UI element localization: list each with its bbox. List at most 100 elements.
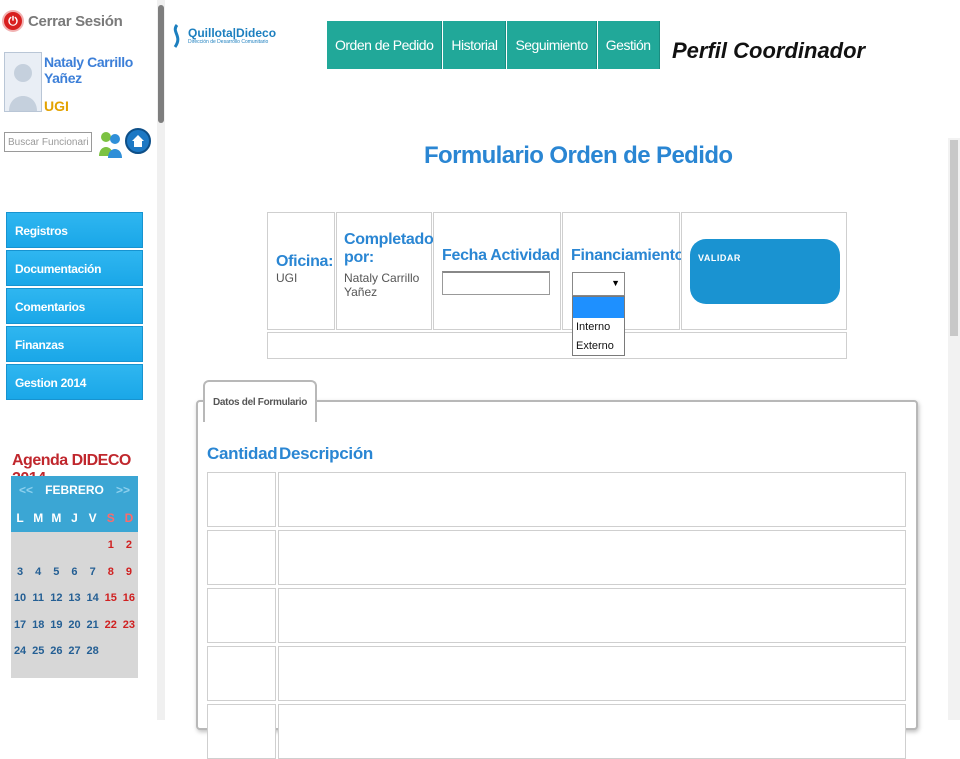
- activity-date-label: Fecha Actividad: [442, 247, 560, 264]
- calendar-day[interactable]: 18: [29, 619, 47, 631]
- calendar-day[interactable]: 16: [120, 592, 138, 604]
- office-cell: Oficina: UGI: [267, 212, 335, 330]
- menu-item-gestion-2014[interactable]: Gestion 2014: [6, 364, 143, 400]
- quantity-input[interactable]: [207, 530, 276, 585]
- tab-historial[interactable]: Historial: [443, 21, 507, 69]
- calendar-day[interactable]: 17: [11, 619, 29, 631]
- calendar-day[interactable]: 13: [65, 592, 83, 604]
- calendar-header: << FEBRERO >>: [11, 476, 138, 504]
- calendar-day-name: L: [16, 511, 24, 525]
- form-info-row: [267, 332, 847, 359]
- calendar-prev-button[interactable]: <<: [19, 483, 33, 497]
- funding-label: Financiamiento: [571, 247, 685, 264]
- brand-name: Quillota|Dideco: [188, 26, 277, 40]
- item-row: [207, 646, 906, 701]
- quantity-input[interactable]: [207, 646, 276, 701]
- tab-orden-de-pedido[interactable]: Orden de Pedido: [327, 21, 443, 69]
- form-data-tab[interactable]: Datos del Formulario: [203, 380, 318, 422]
- calendar-day[interactable]: 22: [102, 619, 120, 631]
- wave-logo-icon: [173, 24, 180, 48]
- quantity-input[interactable]: [207, 704, 276, 759]
- calendar-day[interactable]: 3: [11, 566, 29, 578]
- calendar-day-names: LMMJVSD: [11, 504, 138, 532]
- quantity-input[interactable]: [207, 472, 276, 527]
- search-employee-input[interactable]: [4, 132, 92, 152]
- tab-seguimiento[interactable]: Seguimiento: [507, 21, 597, 69]
- sidebar-scrollbar[interactable]: [157, 0, 165, 720]
- calendar-day[interactable]: 9: [120, 566, 138, 578]
- calendar-day[interactable]: 27: [65, 645, 83, 657]
- calendar-day[interactable]: 25: [29, 645, 47, 657]
- description-input[interactable]: [278, 704, 906, 759]
- calendar-day[interactable]: 14: [84, 592, 102, 604]
- menu-item-documentacion[interactable]: Documentación: [6, 250, 143, 286]
- calendar-day[interactable]: 7: [84, 566, 102, 578]
- calendar-day[interactable]: 26: [47, 645, 65, 657]
- tab-gestion[interactable]: Gestión: [597, 21, 660, 69]
- calendar-day[interactable]: 10: [11, 592, 29, 604]
- item-row: [207, 530, 906, 585]
- menu-item-registros[interactable]: Registros: [6, 212, 143, 248]
- power-icon: ⏻: [4, 12, 22, 30]
- calendar-day[interactable]: 8: [102, 566, 120, 578]
- column-header-description: Descripción: [279, 444, 374, 463]
- funding-option-empty[interactable]: [573, 297, 624, 318]
- funding-option-externo[interactable]: Externo: [573, 337, 624, 356]
- calendar-day[interactable]: 12: [47, 592, 65, 604]
- item-row: [207, 588, 906, 643]
- calendar-day[interactable]: 15: [102, 592, 120, 604]
- calendar-day[interactable]: 21: [84, 619, 102, 631]
- home-icon[interactable]: [125, 128, 151, 154]
- calendar-day[interactable]: 24: [11, 645, 29, 657]
- brand-subtitle: Dirección de Desarrollo Comunitario: [188, 39, 269, 45]
- sidebar-scrollbar-thumb[interactable]: [158, 5, 164, 123]
- description-input[interactable]: [278, 472, 906, 527]
- completed-by-label-line1: Completado: [344, 231, 434, 248]
- quantity-input[interactable]: [207, 588, 276, 643]
- profile-label: Perfil Coordinador: [672, 38, 866, 63]
- item-row: [207, 704, 906, 759]
- calendar-day[interactable]: 20: [65, 619, 83, 631]
- menu-item-comentarios[interactable]: Comentarios: [6, 288, 143, 324]
- side-menu: Registros Documentación Comentarios Fina…: [6, 212, 143, 402]
- calendar-day-name: M: [33, 511, 44, 525]
- calendar-next-button[interactable]: >>: [116, 483, 130, 497]
- top-nav: Orden de Pedido Historial Seguimiento Ge…: [327, 21, 661, 69]
- office-label: Oficina:: [276, 253, 334, 270]
- logout-button[interactable]: ⏻ Cerrar Sesión: [4, 12, 123, 30]
- activity-date-cell: Fecha Actividad: [433, 212, 561, 330]
- logout-label: Cerrar Sesión: [28, 12, 123, 30]
- calendar-day-name: V: [88, 511, 97, 525]
- funding-select[interactable]: ▼: [572, 272, 625, 296]
- menu-item-finanzas[interactable]: Finanzas: [6, 326, 143, 362]
- sidebar: ⏻ Cerrar Sesión Nataly Carrillo Yañez UG…: [0, 0, 156, 720]
- people-icon[interactable]: [98, 128, 124, 158]
- description-input[interactable]: [278, 530, 906, 585]
- column-header-quantity: Cantidad: [207, 444, 278, 463]
- form-title: Formulario Orden de Pedido: [424, 142, 733, 169]
- calendar-day-name: S: [106, 511, 115, 525]
- calendar-grid: 1 2 3 4 5 6 7 8 9 10 11 12 13 14 15 16 17 18 19 20 21 22 23 24 2…: [11, 532, 138, 665]
- calendar-day[interactable]: 11: [29, 592, 47, 604]
- calendar-day[interactable]: 28: [84, 645, 102, 657]
- calendar-day[interactable]: 2: [120, 539, 138, 551]
- description-input[interactable]: [278, 646, 906, 701]
- validate-cell: VALIDAR: [681, 212, 847, 330]
- activity-date-input[interactable]: [442, 271, 550, 295]
- calendar-day-name: D: [124, 511, 134, 525]
- content-scrollbar-thumb[interactable]: [950, 140, 958, 336]
- calendar-day[interactable]: 1: [102, 539, 120, 551]
- funding-option-interno[interactable]: Interno: [573, 318, 624, 337]
- calendar-day[interactable]: 6: [65, 566, 83, 578]
- brand-logo: Quillota|Dideco Dirección de Desarrollo …: [170, 24, 276, 48]
- calendar-day[interactable]: 4: [29, 566, 47, 578]
- validate-button[interactable]: VALIDAR: [690, 239, 840, 304]
- calendar: << FEBRERO >> LMMJVSD 1 2 3 4 5 6 7 8 9 10 11 12 13 1…: [11, 476, 138, 678]
- calendar-day[interactable]: 19: [47, 619, 65, 631]
- content-scrollbar[interactable]: [948, 138, 960, 720]
- completed-by-label-line2: por:: [344, 249, 374, 266]
- calendar-day[interactable]: 5: [47, 566, 65, 578]
- description-input[interactable]: [278, 588, 906, 643]
- avatar: [4, 52, 42, 112]
- calendar-day[interactable]: 23: [120, 619, 138, 631]
